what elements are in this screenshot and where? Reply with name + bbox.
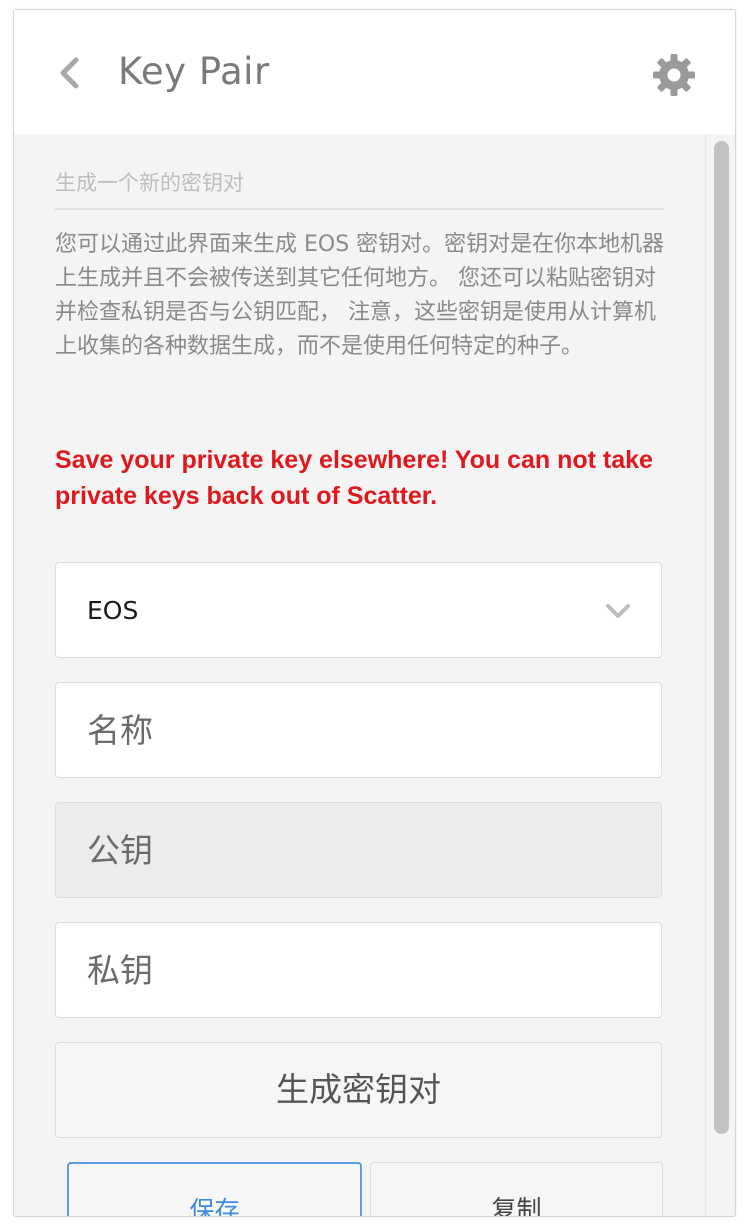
description-text: 您可以通过此界面来生成 EOS 密钥对。密钥对是在你本地机器上生成并且不会被传送…: [55, 232, 665, 359]
public-key-input[interactable]: 公钥: [55, 802, 662, 898]
generate-key-pair-button[interactable]: 生成密钥对: [55, 1042, 662, 1138]
public-key-input-placeholder: 公钥: [87, 831, 153, 870]
chevron-down-icon: [606, 604, 630, 618]
key-pair-window: Key Pair 生成一个新的密钥对 您可以通过此界面来生成 EOS 密钥对。密…: [13, 9, 736, 1217]
warning-text: Save your private key elsewhere! You can…: [55, 446, 653, 510]
private-key-input-placeholder: 私钥: [87, 951, 153, 990]
divider: [55, 208, 664, 210]
back-chevron-icon[interactable]: [56, 56, 82, 90]
private-key-input[interactable]: 私钥: [55, 922, 662, 1018]
section-title: 生成一个新的密钥对: [55, 171, 244, 195]
content-area: 生成一个新的密钥对 您可以通过此界面来生成 EOS 密钥对。密钥对是在你本地机器…: [14, 134, 705, 1216]
name-input[interactable]: 名称: [55, 682, 662, 778]
blockchain-select-value: EOS: [87, 596, 139, 625]
header: Key Pair: [14, 10, 735, 134]
blockchain-select[interactable]: EOS: [55, 562, 662, 658]
scrollbar-thumb[interactable]: [714, 141, 729, 1134]
scrollbar-track[interactable]: [705, 134, 735, 1216]
save-button[interactable]: 保存: [67, 1162, 362, 1216]
name-input-placeholder: 名称: [87, 711, 153, 750]
gear-icon[interactable]: [652, 53, 696, 97]
copy-button[interactable]: 复制: [370, 1162, 663, 1216]
page-title: Key Pair: [118, 50, 270, 93]
